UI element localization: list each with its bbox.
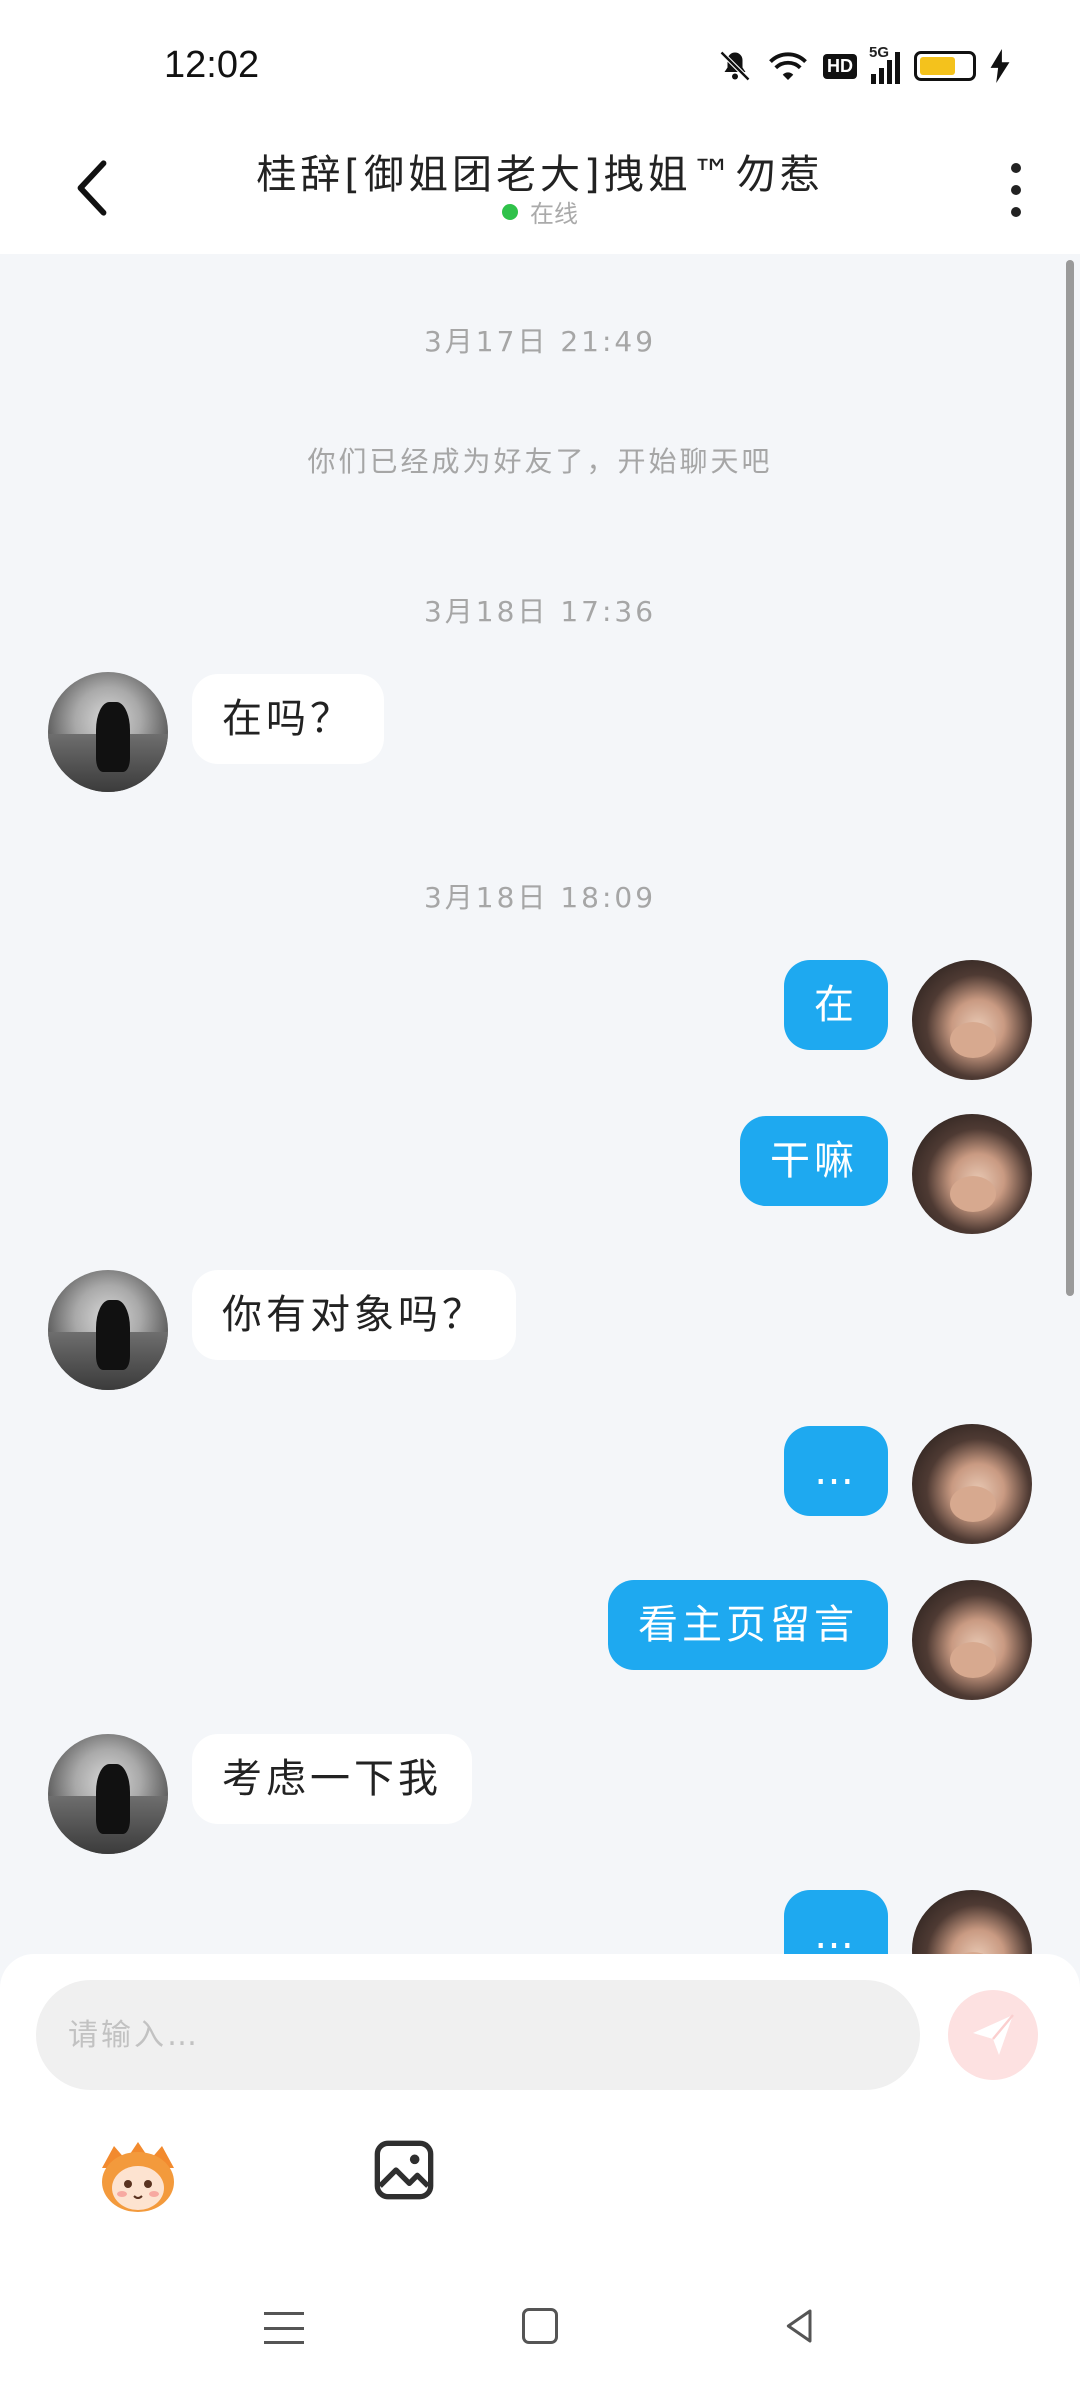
more-dot bbox=[1011, 163, 1021, 173]
home-icon[interactable] bbox=[522, 2308, 558, 2344]
outgoing-message-bubble[interactable]: … bbox=[784, 1426, 888, 1516]
online-dot bbox=[502, 203, 518, 220]
emoji-sticker-icon bbox=[102, 2142, 174, 2212]
status-bar: 12:02 HD 5G bbox=[0, 0, 1080, 130]
chat-header: 桂辞[御姐团老大]拽姐™勿惹 在线 bbox=[0, 130, 1080, 254]
charging-icon bbox=[990, 49, 1010, 83]
mute-icon bbox=[719, 50, 751, 82]
outgoing-message-bubble[interactable]: 在 bbox=[784, 960, 888, 1050]
signal-5g-icon: 5G bbox=[869, 44, 900, 84]
contact-avatar[interactable] bbox=[48, 672, 168, 792]
my-avatar[interactable] bbox=[912, 1114, 1032, 1234]
more-dot bbox=[1011, 207, 1021, 217]
wifi-icon bbox=[769, 52, 807, 80]
composer-panel bbox=[0, 1954, 1080, 2400]
my-avatar[interactable] bbox=[912, 1890, 1032, 1954]
image-icon bbox=[374, 2140, 434, 2200]
my-avatar[interactable] bbox=[912, 1424, 1032, 1544]
system-message: 你们已经成为好友了，开始聊天吧 bbox=[307, 445, 773, 478]
chat-area[interactable]: 3月17日 21:49 你们已经成为好友了，开始聊天吧 3月18日 17:36 … bbox=[0, 254, 1080, 1954]
contact-avatar[interactable] bbox=[48, 1734, 168, 1854]
status-icons: HD 5G bbox=[717, 44, 1010, 84]
message-timestamp: 3月18日 18:09 bbox=[423, 881, 657, 914]
hd-icon: HD bbox=[823, 53, 857, 79]
incoming-message-bubble[interactable]: 在吗？ bbox=[192, 674, 384, 764]
system-nav-bar bbox=[0, 2270, 1080, 2400]
contact-avatar[interactable] bbox=[48, 1270, 168, 1390]
status-time: 12:02 bbox=[164, 44, 260, 86]
more-dot bbox=[1011, 185, 1021, 195]
outgoing-message-bubble[interactable]: 看主页留言 bbox=[608, 1580, 888, 1670]
more-options-button[interactable] bbox=[996, 150, 1036, 230]
message-input[interactable] bbox=[36, 1980, 920, 2090]
my-avatar[interactable] bbox=[912, 1580, 1032, 1700]
contact-name: 桂辞[御姐团老大]拽姐™勿惹 bbox=[256, 152, 824, 198]
network-label: 5G bbox=[869, 44, 890, 61]
battery-icon bbox=[914, 51, 976, 81]
outgoing-message-bubble[interactable]: … bbox=[784, 1890, 888, 1954]
image-picker-button[interactable] bbox=[372, 2138, 436, 2202]
online-status-label: 在线 bbox=[530, 200, 578, 228]
back-icon[interactable] bbox=[780, 2306, 820, 2346]
send-button[interactable] bbox=[948, 1990, 1038, 2080]
incoming-message-bubble[interactable]: 考虑一下我 bbox=[192, 1734, 472, 1824]
send-icon bbox=[973, 2014, 1014, 2055]
my-avatar[interactable] bbox=[912, 960, 1032, 1080]
menu-icon[interactable] bbox=[264, 2308, 304, 2348]
sticker-button[interactable] bbox=[92, 2138, 184, 2218]
outgoing-message-bubble[interactable]: 干嘛 bbox=[740, 1116, 888, 1206]
message-timestamp: 3月17日 21:49 bbox=[423, 325, 657, 358]
online-status: 在线 bbox=[0, 194, 1080, 229]
chat-scrollbar[interactable] bbox=[1066, 260, 1074, 1296]
incoming-message-bubble[interactable]: 你有对象吗？ bbox=[192, 1270, 516, 1360]
message-timestamp: 3月18日 17:36 bbox=[423, 595, 657, 628]
